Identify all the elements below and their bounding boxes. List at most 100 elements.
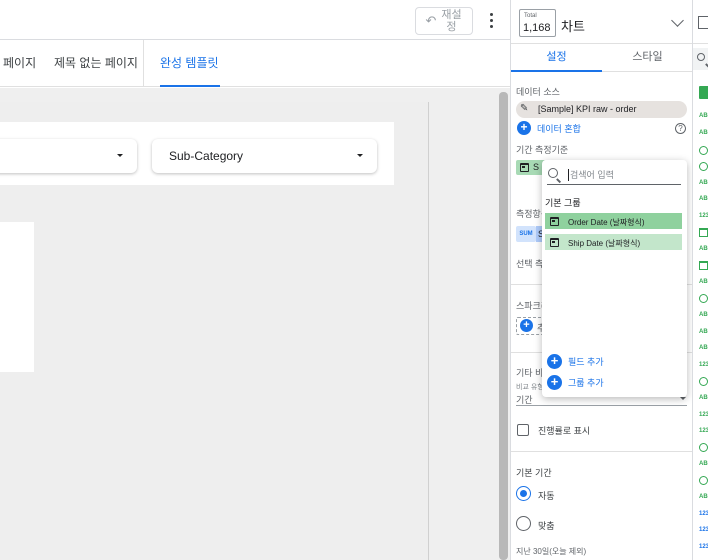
sheets-icon xyxy=(699,86,708,99)
text-field-icon[interactable]: ABC xyxy=(699,279,708,285)
pencil-icon[interactable]: ✎ xyxy=(520,103,528,114)
data-source-label: 데이터 소스 xyxy=(516,87,560,97)
data-source-name: [Sample] KPI raw - order xyxy=(538,104,637,114)
comparison-type-value: 기간 xyxy=(516,395,533,405)
field-ship-date-label: Ship Date (날짜형식) xyxy=(568,239,641,248)
add-group-button[interactable]: + 그룹 추가 xyxy=(547,375,604,391)
number-field-icon[interactable]: 123 xyxy=(699,412,708,418)
properties-header: Total 1,168 차트 xyxy=(511,0,693,44)
field-order-date-label: Order Date (날짜형식) xyxy=(568,218,645,227)
text-field-icon[interactable]: ABC xyxy=(699,395,708,401)
metric-aggregation[interactable]: SUM xyxy=(516,226,536,242)
tab-complete-template-label: 완성 템플릿 xyxy=(160,56,219,70)
add-icon: + xyxy=(520,319,533,332)
reset-button[interactable]: ↶ 재설정 xyxy=(415,7,473,35)
tab-complete-template[interactable]: 완성 템플릿 xyxy=(160,40,220,112)
text-field-icon[interactable]: ABC xyxy=(699,494,708,500)
text-field-icon[interactable]: ABC xyxy=(699,130,708,136)
tab-page[interactable]: 페이지 xyxy=(3,40,36,87)
default-date-range-label: 기본 기간 xyxy=(516,468,552,478)
radio-auto[interactable] xyxy=(516,486,531,501)
add-icon: + xyxy=(547,354,562,369)
text-field-icon[interactable]: ABC xyxy=(699,345,708,351)
geo-field-icon[interactable] xyxy=(699,146,708,155)
text-field-icon[interactable]: ABC xyxy=(699,461,708,467)
tab-setup[interactable]: 설정 xyxy=(511,44,602,72)
tab-divider xyxy=(143,40,144,87)
number-field-icon[interactable]: 123 xyxy=(699,527,708,533)
tab-style-label: 스타일 xyxy=(632,51,663,63)
text-field-icon[interactable]: ABC xyxy=(699,312,708,318)
tab-untitled-page-label: 제목 없는 페이지 xyxy=(54,56,138,70)
geo-field-icon[interactable] xyxy=(699,443,708,452)
scorecard-chart[interactable] xyxy=(0,222,34,372)
show-as-progress-checkbox[interactable] xyxy=(517,424,529,436)
show-as-progress-label: 진행률로 표시 xyxy=(538,426,591,436)
data-panel-header xyxy=(693,0,708,44)
tab-style[interactable]: 스타일 xyxy=(602,44,693,72)
chart-badge-value: 1,168 xyxy=(523,22,551,34)
field-picker-popup: 기본 그룹 Order Date (날짜형식) Ship Date (날짜형식)… xyxy=(542,160,687,397)
sub-category-dropdown[interactable]: Sub-Category xyxy=(152,139,377,173)
date-field-icon[interactable] xyxy=(699,228,708,237)
chart-type-chevron-icon[interactable] xyxy=(671,14,684,27)
number-field-icon[interactable]: 123 xyxy=(699,362,708,368)
sub-category-label: Sub-Category xyxy=(169,149,244,163)
default-group-title: 기본 그룹 xyxy=(545,198,581,208)
text-field-icon[interactable]: ABC xyxy=(699,180,708,186)
geo-field-icon[interactable] xyxy=(699,377,708,386)
blend-data-label: 데이터 혼합 xyxy=(537,123,581,134)
field-ship-date[interactable]: Ship Date (날짜형식) xyxy=(545,234,682,250)
date-field-icon[interactable] xyxy=(699,261,708,270)
geo-field-icon[interactable] xyxy=(699,162,708,171)
filter-dropdown[interactable] xyxy=(0,139,137,173)
add-field-button[interactable]: + 필드 추가 xyxy=(547,354,604,370)
text-field-icon[interactable]: ABC xyxy=(699,246,708,252)
data-source-row[interactable]: ✎ [Sample] KPI raw - order xyxy=(516,101,687,118)
radio-custom-label: 맞춤 xyxy=(538,521,555,531)
text-field-icon[interactable]: ABC xyxy=(699,329,708,335)
number-field-icon[interactable]: 123 xyxy=(699,428,708,434)
field-order-date[interactable]: Order Date (날짜형식) xyxy=(545,213,682,229)
scorecard-chart-icon: Total 1,168 xyxy=(519,9,556,37)
field-search xyxy=(547,167,681,185)
report-toolbar: ↶ 재설정 xyxy=(0,0,510,40)
date-range-dimension-label: 기간 측정기준 xyxy=(516,145,569,155)
number-field-icon[interactable]: 123 xyxy=(699,213,708,219)
add-field-label: 필드 추가 xyxy=(568,357,604,367)
calendar-icon xyxy=(550,238,559,247)
more-options-icon[interactable] xyxy=(483,10,499,30)
data-panel-rail: ABC ABC ABC ABC 123 ABC ABC ABC ABC ABC … xyxy=(692,0,708,560)
add-group-label: 그룹 추가 xyxy=(568,378,604,388)
tab-setup-label: 설정 xyxy=(546,51,567,63)
radio-custom[interactable] xyxy=(516,516,531,531)
text-field-icon[interactable]: ABC xyxy=(699,196,708,202)
properties-title: 차트 xyxy=(561,19,585,34)
tab-untitled-page[interactable]: 제목 없는 페이지 xyxy=(54,40,138,87)
canvas-scrollbar[interactable] xyxy=(499,92,508,560)
filter-control-strip: Sub-Category xyxy=(0,122,394,185)
page-tabs: 페이지 제목 없는 페이지 완성 템플릿 xyxy=(0,40,510,112)
chart-badge-caption: Total xyxy=(524,13,537,19)
properties-tabs: 설정 스타일 xyxy=(511,44,693,72)
panel-toggle-icon[interactable] xyxy=(698,16,708,29)
calendar-icon xyxy=(550,217,559,226)
radio-auto-label: 자동 xyxy=(538,491,555,501)
number-field-icon[interactable]: 123 xyxy=(699,544,708,550)
comparison-type-label: 비교 유형 xyxy=(516,384,544,391)
field-search-input[interactable] xyxy=(568,169,678,181)
text-field-icon[interactable]: ABC xyxy=(699,113,708,119)
reset-button-label: 재설정 xyxy=(441,9,462,33)
dropdown-arrow-icon xyxy=(357,154,363,157)
blend-data-button[interactable]: + 데이터 혼합 xyxy=(517,121,581,137)
data-search[interactable] xyxy=(693,48,708,70)
geo-field-icon[interactable] xyxy=(699,476,708,485)
calendar-icon xyxy=(520,163,529,172)
help-icon[interactable]: ? xyxy=(675,123,686,134)
number-field-icon[interactable]: 123 xyxy=(699,511,708,517)
tab-page-label: 페이지 xyxy=(3,56,37,70)
search-icon xyxy=(697,53,705,61)
geo-field-icon[interactable] xyxy=(699,294,708,303)
default-range-hint: 지난 30일(오늘 제외) xyxy=(516,547,587,556)
date-chip-text: S xyxy=(533,162,540,172)
